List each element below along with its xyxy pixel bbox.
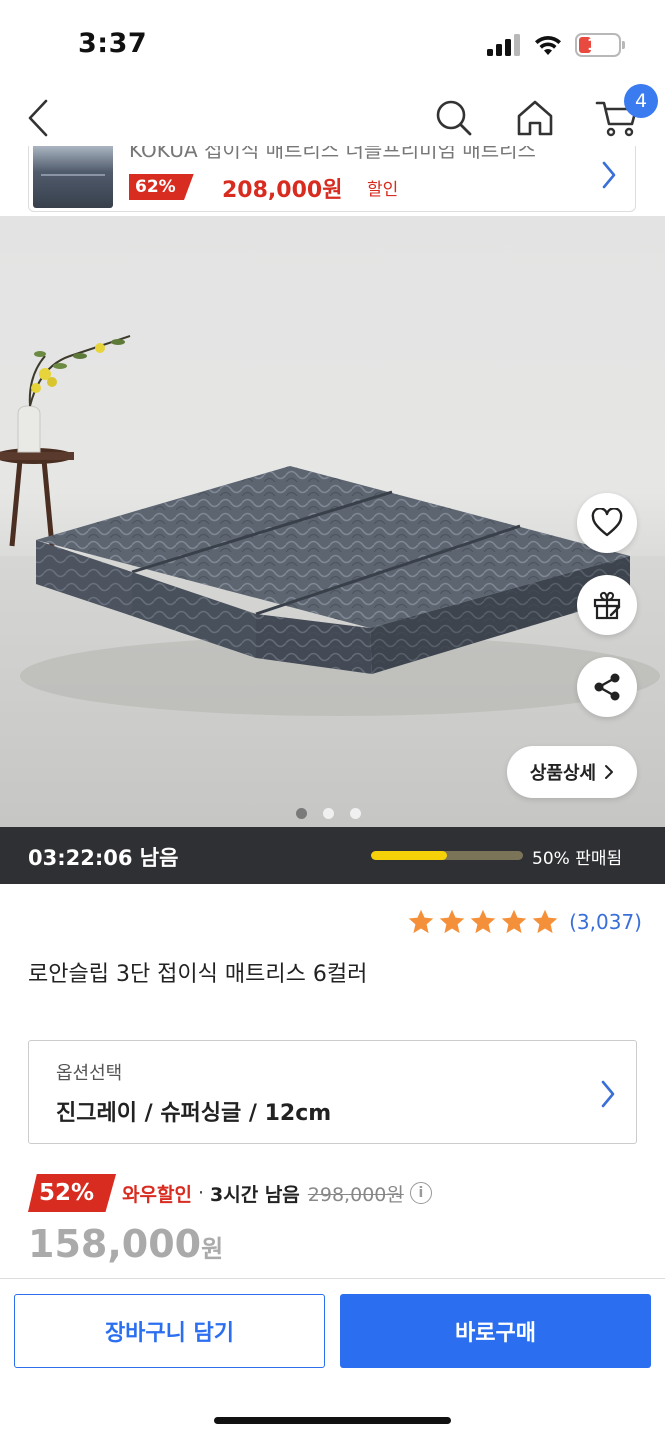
home-button[interactable] <box>511 94 559 142</box>
promo-discount-badge: 62% <box>129 174 194 200</box>
battery-indicator: 17 <box>575 33 625 57</box>
promo-thumbnail <box>33 146 113 208</box>
currency-label: 원 <box>201 1235 224 1263</box>
discount-badge: 52% <box>28 1174 117 1212</box>
star-icon <box>470 909 496 934</box>
star-icon <box>439 909 465 934</box>
gift-icon <box>593 591 621 620</box>
status-bar: 3:37 17 <box>0 0 665 88</box>
info-icon[interactable]: i <box>409 1182 432 1204</box>
discount-time-remaining: 3시간 남음 <box>210 1183 300 1206</box>
product-page: 3:37 17 4 KOKUA 접이식 매트리스 더블프리미엄 매트리스 62%… <box>0 0 665 1440</box>
wishlist-button[interactable] <box>577 493 637 553</box>
promo-thumbnail-detail <box>41 174 105 176</box>
wifi-icon <box>535 35 561 55</box>
chevron-right-icon <box>601 1080 615 1108</box>
star-icon <box>501 909 527 934</box>
option-label: 옵션선택 <box>56 1063 123 1084</box>
cart-count-badge: 4 <box>624 84 658 118</box>
back-icon <box>28 99 48 137</box>
top-nav <box>0 88 665 148</box>
sold-percentage: 50% 판매됨 <box>532 849 623 869</box>
rating-stars <box>407 908 559 936</box>
chevron-right-icon <box>605 765 614 779</box>
deal-timer-bar: 03:22:06 남음 50% 판매됨 <box>0 827 665 884</box>
product-photo <box>0 335 665 827</box>
star-icon <box>408 909 434 934</box>
original-price: 298,000원 <box>307 1183 404 1206</box>
carousel-dots <box>296 808 361 819</box>
product-title: 로안슬립 3단 접이식 매트리스 6컬러 <box>28 962 368 987</box>
sold-progress-fill <box>371 851 447 860</box>
sold-progress-bar <box>371 851 523 860</box>
promo-price: 208,000원 <box>222 178 343 203</box>
add-to-cart-button[interactable]: 장바구니 담기 <box>14 1294 325 1368</box>
sale-price: 158,000원 <box>28 1222 223 1266</box>
search-icon <box>436 100 472 136</box>
search-button[interactable] <box>430 94 478 142</box>
status-icons: 17 <box>487 33 625 57</box>
option-selector[interactable]: 옵션선택 진그레이 / 슈퍼싱글 / 12cm <box>28 1040 637 1144</box>
back-button[interactable] <box>14 94 62 142</box>
share-button[interactable] <box>577 657 637 717</box>
promo-banner[interactable]: KOKUA 접이식 매트리스 더블프리미엄 매트리스 62% 208,000원 … <box>28 146 636 212</box>
status-time: 3:37 <box>78 28 148 59</box>
signal-icon <box>487 34 520 56</box>
option-value: 진그레이 / 슈퍼싱글 / 12cm <box>56 1101 332 1126</box>
buy-now-button[interactable]: 바로구매 <box>340 1294 651 1368</box>
promo-sale-label: 할인 <box>367 180 399 200</box>
battery-nub <box>622 41 625 49</box>
product-image-carousel[interactable]: 상품상세 <box>0 216 665 827</box>
carousel-dot[interactable] <box>323 808 334 819</box>
promo-title: KOKUA 접이식 매트리스 더블프리미엄 매트리스 <box>129 146 536 162</box>
review-count[interactable]: (3,037) <box>569 910 642 934</box>
chevron-right-icon <box>602 161 616 189</box>
price-row: 52% 와우할인 · 3시간 남음 298,000원 i <box>28 1174 432 1212</box>
heart-icon <box>591 508 623 537</box>
product-rating[interactable]: (3,037) <box>407 908 642 936</box>
home-indicator <box>214 1417 451 1424</box>
gift-button[interactable] <box>577 575 637 635</box>
bottom-action-bar: 장바구니 담기 바로구매 <box>0 1278 665 1440</box>
deal-time-remaining: 03:22:06 남음 <box>28 846 179 870</box>
battery-level: 17 <box>586 35 610 54</box>
carousel-dot[interactable] <box>296 808 307 819</box>
separator: · <box>197 1182 205 1204</box>
wow-discount-label: 와우할인 <box>122 1183 192 1206</box>
share-icon <box>594 673 620 701</box>
product-detail-label: 상품상세 <box>529 763 597 784</box>
home-icon <box>517 100 553 136</box>
product-detail-button[interactable]: 상품상세 <box>507 746 637 798</box>
sale-price-value: 158,000 <box>28 1222 202 1266</box>
carousel-dot[interactable] <box>350 808 361 819</box>
star-icon <box>532 909 558 934</box>
